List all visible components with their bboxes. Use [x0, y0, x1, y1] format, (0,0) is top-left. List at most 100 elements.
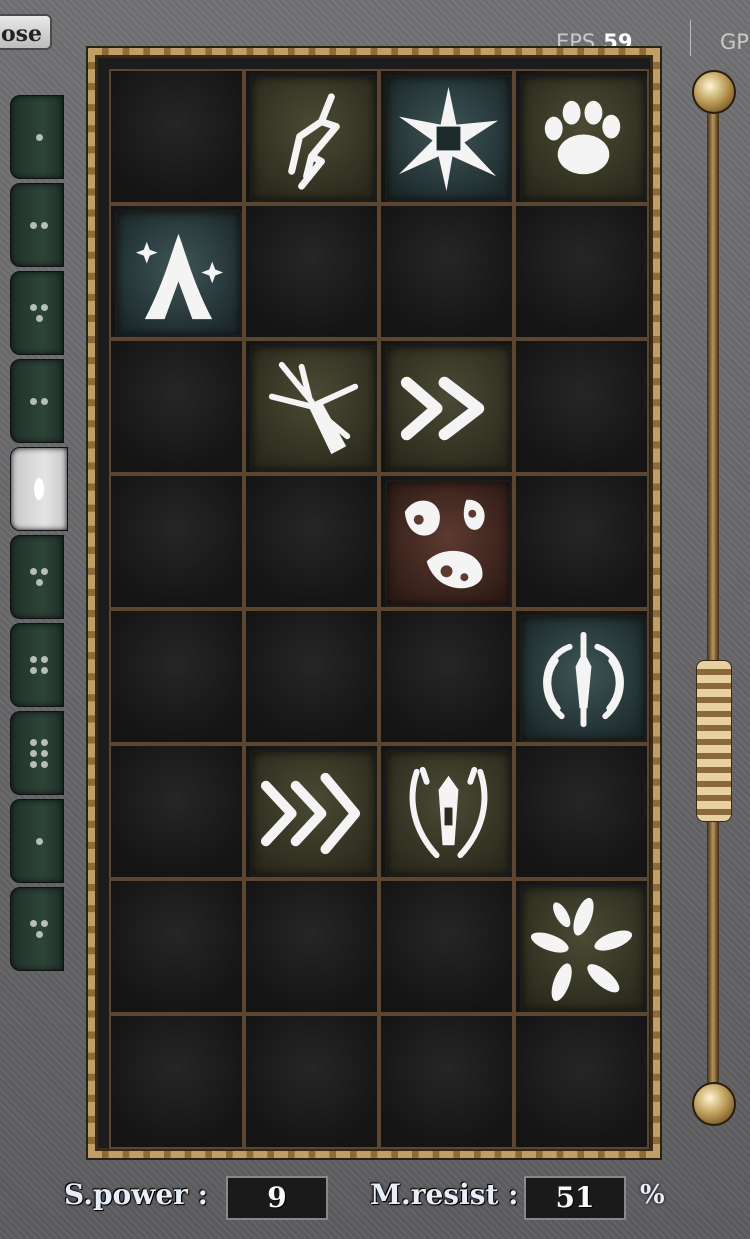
scroll-down-knob[interactable] [692, 1082, 736, 1126]
inventory-slot[interactable] [109, 339, 244, 474]
pip-icon [41, 749, 48, 757]
pip-icon [35, 837, 43, 845]
inventory-slot[interactable] [514, 1014, 649, 1149]
double-chevron-rune-icon [400, 376, 485, 441]
rune-item[interactable] [520, 885, 647, 1012]
tab-pips-icon [27, 121, 51, 153]
percent-symbol: % [640, 1180, 665, 1210]
inventory-slot[interactable] [514, 609, 649, 744]
paw-rune-icon [544, 100, 621, 175]
category-tab-8[interactable] [10, 711, 64, 795]
lightning-rune-icon [288, 93, 340, 190]
inventory-slot[interactable] [379, 609, 514, 744]
close-button[interactable]: ose [0, 14, 52, 50]
pip-icon [41, 221, 48, 229]
pip-icon [35, 133, 43, 141]
pip-icon [35, 931, 43, 938]
inventory-window: ose EPS 59 GP S.power : 9 M.resist : 51 % [0, 0, 750, 1239]
inventory-slot[interactable] [244, 879, 379, 1014]
tab-pips-icon [27, 209, 51, 241]
inventory-slot[interactable] [379, 204, 514, 339]
scrollbar-track[interactable] [707, 110, 719, 1100]
inventory-slot[interactable] [514, 744, 649, 879]
category-tab-5[interactable] [10, 447, 68, 531]
tab-pips-icon [27, 649, 51, 681]
pip-icon [41, 656, 48, 663]
pip-icon [30, 749, 37, 757]
rune-item[interactable] [385, 345, 512, 472]
petal-burst-rune-icon [530, 897, 633, 1002]
mresist-value: 51 [524, 1176, 626, 1220]
hud-divider [690, 20, 691, 56]
inventory-slot[interactable] [244, 474, 379, 609]
scroll-up-knob[interactable] [692, 70, 736, 114]
inventory-slot[interactable] [109, 744, 244, 879]
category-tab-7[interactable] [10, 623, 64, 707]
inventory-slot[interactable] [379, 474, 514, 609]
inventory-slot[interactable] [514, 69, 649, 204]
category-tabs [10, 95, 68, 1235]
pip-icon [30, 568, 37, 575]
pip-icon [30, 304, 37, 311]
inventory-slot[interactable] [244, 339, 379, 474]
category-tab-10[interactable] [10, 887, 64, 971]
inventory-slot[interactable] [244, 744, 379, 879]
pip-icon [30, 397, 37, 405]
rune-item[interactable] [115, 210, 242, 337]
inventory-slot[interactable] [379, 744, 514, 879]
inventory-grid-frame [88, 48, 660, 1158]
inventory-slot[interactable] [109, 204, 244, 339]
rune-item[interactable] [250, 345, 377, 472]
horned-shield-rune-icon [409, 766, 488, 859]
inventory-slot[interactable] [109, 474, 244, 609]
category-tab-1[interactable] [10, 95, 64, 179]
inventory-slot[interactable] [514, 204, 649, 339]
rune-item[interactable] [385, 480, 512, 607]
pip-icon [41, 304, 48, 311]
scrollbar-thumb[interactable] [696, 660, 732, 822]
pip-icon [30, 667, 37, 674]
category-tab-2[interactable] [10, 183, 64, 267]
inventory-grid [109, 69, 649, 1149]
rune-item[interactable] [520, 615, 647, 742]
pip-icon [41, 920, 48, 927]
rune-item[interactable] [250, 750, 377, 877]
pip-icon [41, 397, 48, 405]
pip-icon [30, 221, 37, 229]
star-burst-rune-icon [398, 86, 499, 192]
category-tab-6[interactable] [10, 535, 64, 619]
scrollbar[interactable] [690, 70, 736, 1130]
inventory-slot[interactable] [379, 69, 514, 204]
rune-item[interactable] [385, 75, 512, 202]
inventory-slot[interactable] [109, 69, 244, 204]
inventory-slot[interactable] [514, 879, 649, 1014]
pip-icon [41, 760, 48, 768]
tab-pips-icon [27, 913, 51, 945]
inventory-slot[interactable] [109, 879, 244, 1014]
praying-hands-rune-icon [135, 233, 224, 320]
inventory-slot[interactable] [514, 474, 649, 609]
inventory-slot[interactable] [379, 1014, 514, 1149]
inventory-slot[interactable] [379, 339, 514, 474]
category-tab-9[interactable] [10, 799, 64, 883]
inventory-slot[interactable] [379, 879, 514, 1014]
inventory-slot[interactable] [244, 609, 379, 744]
inventory-slot[interactable] [514, 339, 649, 474]
pip-icon [41, 667, 48, 674]
pip-icon [35, 315, 43, 322]
gp-label: GP [720, 30, 749, 54]
inventory-slot[interactable] [244, 69, 379, 204]
rune-item[interactable] [385, 750, 512, 877]
inventory-slot[interactable] [109, 1014, 244, 1149]
category-tab-4[interactable] [10, 359, 64, 443]
spower-label: S.power : [64, 1178, 208, 1211]
inventory-slot[interactable] [244, 1014, 379, 1149]
rune-item[interactable] [520, 75, 647, 202]
pip-icon [30, 920, 37, 927]
inventory-slot[interactable] [244, 204, 379, 339]
rune-item[interactable] [250, 75, 377, 202]
inventory-slot[interactable] [109, 609, 244, 744]
category-tab-3[interactable] [10, 271, 64, 355]
shatter-rune-icon [268, 361, 359, 455]
tab-pips-icon [27, 825, 51, 857]
